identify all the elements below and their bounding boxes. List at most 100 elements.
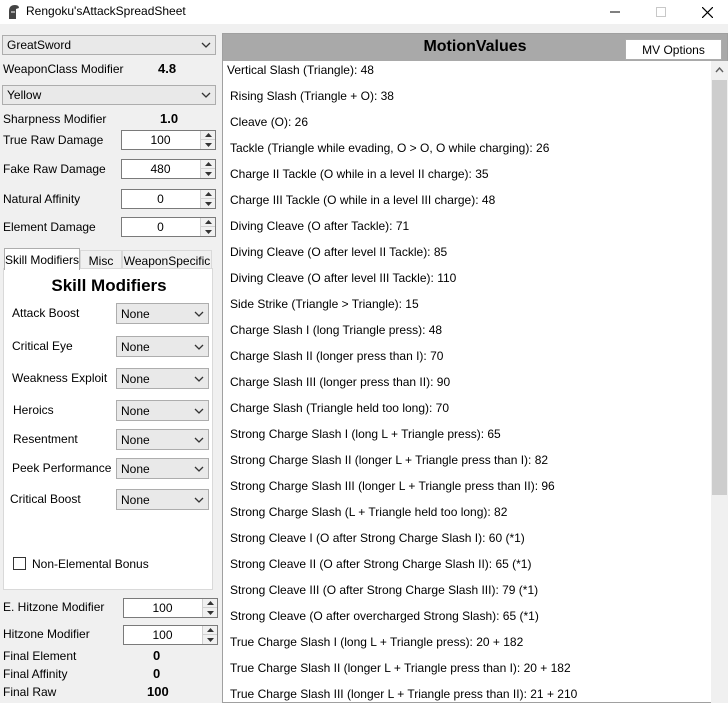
sharpness-select-value: Yellow [7, 88, 42, 102]
list-item: Strong Cleave II (O after Strong Charge … [230, 557, 532, 571]
vertical-scrollbar[interactable] [711, 61, 728, 703]
stepper-down-button[interactable] [201, 227, 215, 236]
list-item: Charge Slash (Triangle held too long): 7… [230, 401, 450, 415]
caret-down-icon [206, 637, 214, 642]
list-item: Charge II Tackle (O while in a level II … [230, 167, 489, 181]
stepper-up-button[interactable] [203, 626, 217, 635]
stepper-down-button[interactable] [201, 199, 215, 208]
stepper-down-button[interactable] [203, 635, 217, 644]
peek-performance-select[interactable]: None [116, 458, 209, 479]
chevron-down-icon [194, 466, 204, 472]
critical-boost-select[interactable]: None [116, 489, 209, 510]
weapon-class-label: WeaponClass Modifier [3, 62, 124, 76]
skill-label-attack-boost: Attack Boost [12, 306, 80, 320]
app-helmet-icon [9, 5, 19, 19]
final-element-label: Final Element [3, 649, 77, 663]
scroll-up-button[interactable] [711, 61, 728, 78]
e-hitzone-value: 100 [152, 601, 173, 615]
mv-options-button[interactable]: MV Options [625, 39, 722, 60]
hitzone-stepper[interactable]: 100 [123, 625, 218, 645]
list-item: Charge III Tackle (O while in a level II… [230, 193, 496, 207]
affinity-stepper[interactable]: 0 [121, 189, 216, 209]
list-item: Strong Cleave III (O after Strong Charge… [230, 583, 539, 597]
caret-down-icon [204, 142, 212, 147]
motion-values-panel: MotionValues MV Options Vertical Slash (… [222, 33, 728, 703]
chevron-up-icon [715, 66, 724, 72]
skill-label-weakness-exploit: Weakness Exploit [12, 371, 108, 385]
list-item: Strong Cleave (O after overcharged Stron… [230, 609, 539, 623]
e-hitzone-stepper[interactable]: 100 [123, 598, 218, 618]
list-item: Diving Cleave (O after level II Tackle):… [230, 245, 448, 259]
hitzone-value: 100 [152, 628, 173, 642]
list-item: True Charge Slash III (longer L + Triang… [230, 687, 578, 701]
select-value: None [121, 462, 150, 476]
weapon-select[interactable]: GreatSword [2, 35, 216, 55]
caret-down-icon [204, 229, 212, 234]
hitzone-label: Hitzone Modifier [3, 627, 90, 641]
list-item: Strong Cleave I (O after Strong Charge S… [230, 531, 525, 545]
list-item: Charge Slash I (long Triangle press): 48 [230, 323, 443, 337]
stepper-down-button[interactable] [201, 140, 215, 149]
true-raw-value: 100 [150, 133, 171, 147]
tab-weapon-specific[interactable]: WeaponSpecific [122, 250, 212, 270]
list-item: Strong Charge Slash I (long L + Triangle… [230, 427, 501, 441]
caret-down-icon [206, 610, 214, 615]
minimize-button[interactable] [592, 0, 638, 24]
tab-misc[interactable]: Misc [80, 250, 122, 270]
tab-label: WeaponSpecific [123, 253, 211, 268]
stepper-up-button[interactable] [201, 190, 215, 199]
weapon-class-value: 4.8 [158, 61, 177, 76]
list-item: Diving Cleave (O after level III Tackle)… [230, 271, 457, 285]
list-item: Strong Charge Slash (L + Triangle held t… [230, 505, 508, 519]
scrollbar-thumb[interactable] [712, 80, 727, 495]
tab-label: Misc [88, 253, 114, 268]
close-button[interactable] [684, 0, 728, 24]
maximize-icon [656, 7, 666, 17]
resentment-select[interactable]: None [116, 429, 209, 450]
stepper-down-button[interactable] [203, 608, 217, 617]
panel-title: Skill Modifiers [51, 276, 167, 295]
list-item: Rising Slash (Triangle + O): 38 [230, 89, 394, 103]
chevron-down-icon [201, 42, 211, 48]
caret-down-icon [204, 201, 212, 206]
select-value: None [121, 307, 150, 321]
heroics-select[interactable]: None [116, 400, 209, 421]
final-affinity-value: 0 [153, 666, 161, 681]
stepper-up-button[interactable] [203, 599, 217, 608]
sharpness-select[interactable]: Yellow [2, 85, 216, 105]
fake-raw-stepper[interactable]: 480 [121, 159, 216, 179]
skill-label-critical-boost: Critical Boost [10, 492, 81, 506]
chevron-down-icon [194, 497, 204, 503]
skill-label-critical-eye: Critical Eye [12, 339, 73, 353]
non-elemental-checkbox[interactable] [13, 557, 26, 570]
maximize-button[interactable] [638, 0, 684, 24]
attack-boost-select[interactable]: None [116, 303, 209, 324]
sharpness-value: 1.0 [160, 111, 179, 126]
affinity-label: Natural Affinity [3, 192, 81, 206]
stepper-up-button[interactable] [201, 131, 215, 140]
stepper-up-button[interactable] [201, 160, 215, 169]
weakness-exploit-select[interactable]: None [116, 368, 209, 389]
element-stepper[interactable]: 0 [121, 217, 216, 237]
list-item: True Charge Slash I (long L + Triangle p… [230, 635, 524, 649]
list-item: Strong Charge Slash II (longer L + Trian… [230, 453, 549, 467]
list-item: Charge Slash III (longer press than II):… [230, 375, 451, 389]
select-value: None [121, 433, 150, 447]
list-item: Vertical Slash (Triangle): 48 [227, 63, 374, 77]
list-item: Tackle (Triangle while evading, O > O, O… [230, 141, 550, 155]
critical-eye-select[interactable]: None [116, 336, 209, 357]
list-item: Charge Slash II (longer press than I): 7… [230, 349, 444, 363]
stepper-up-button[interactable] [201, 218, 215, 227]
chevron-down-icon [194, 437, 204, 443]
list-item: True Charge Slash II (longer L + Triangl… [230, 661, 571, 675]
true-raw-stepper[interactable]: 100 [121, 130, 216, 150]
caret-up-icon [204, 220, 212, 224]
caret-up-icon [204, 192, 212, 196]
weapon-select-value: GreatSword [7, 38, 72, 52]
list-item: Cleave (O): 26 [230, 115, 309, 129]
tab-skill-modifiers[interactable]: Skill Modifiers [4, 248, 80, 270]
stepper-down-button[interactable] [201, 169, 215, 178]
element-value: 0 [157, 220, 164, 234]
list-item: Diving Cleave (O after Tackle): 71 [230, 219, 410, 233]
select-value: None [121, 404, 150, 418]
